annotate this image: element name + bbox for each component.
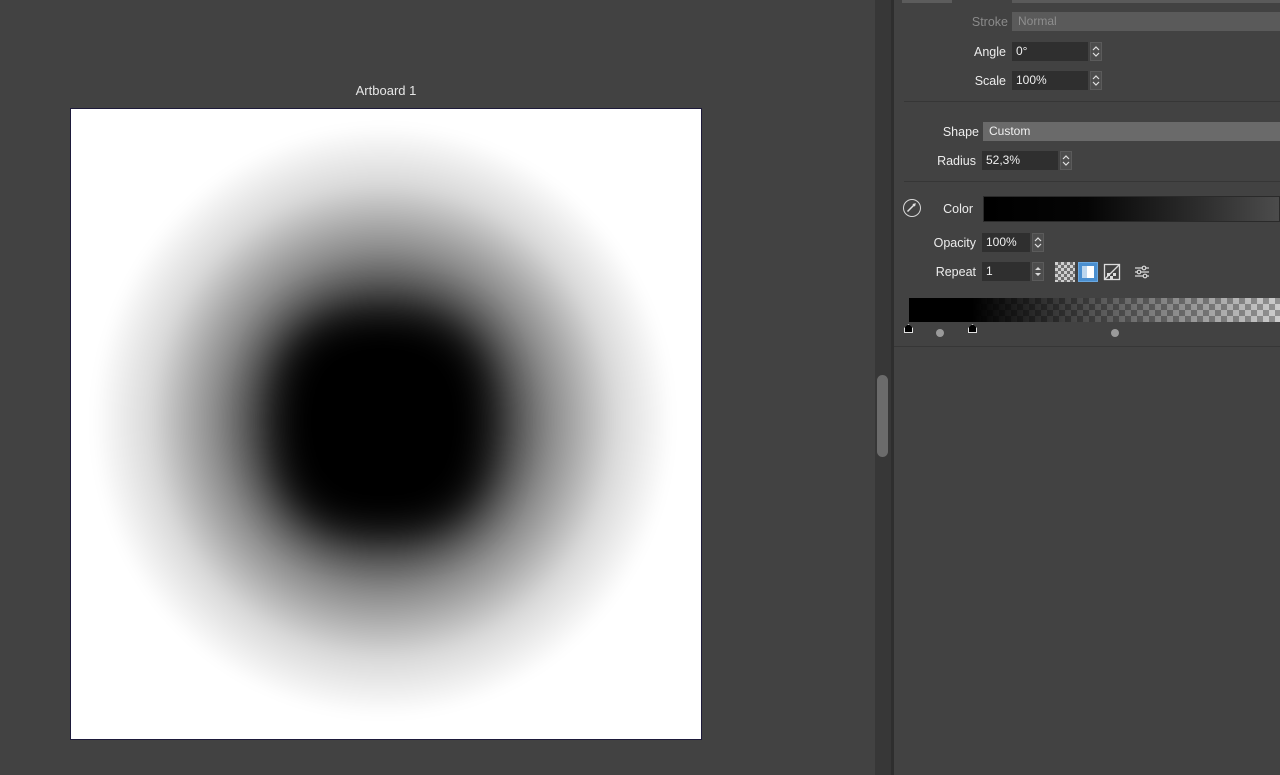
angle-row: Angle 0° (894, 42, 1102, 61)
scale-stepper[interactable] (1090, 71, 1102, 90)
color-row: Color (894, 202, 973, 216)
artboard-title: Artboard 1 (355, 83, 417, 98)
scale-field[interactable]: 100% (1012, 71, 1088, 90)
opacity-field[interactable]: 100% (982, 233, 1030, 252)
scale-row: Scale 100% (894, 71, 1102, 90)
panel-tab[interactable] (902, 0, 952, 3)
settings-sliders-icon[interactable] (1132, 262, 1152, 282)
shape-dropdown[interactable]: Custom (983, 122, 1280, 141)
panel-top-field[interactable] (1012, 0, 1280, 3)
divider (904, 181, 1280, 182)
canvas-area[interactable]: Artboard 1 (0, 0, 875, 775)
repeat-row: Repeat 1 (894, 262, 1044, 281)
gradient-midpoint[interactable] (936, 329, 944, 337)
repeat-mode-icon[interactable] (1078, 262, 1098, 282)
gradient-core (285, 323, 481, 525)
gradient-panel: Stroke Normal Angle 0° Scale 100% Shape … (894, 0, 1280, 775)
repeat-label: Repeat (935, 264, 976, 279)
repeat-stepper[interactable] (1032, 262, 1044, 281)
opacity-label: Opacity (933, 235, 976, 250)
stroke-row: Stroke Normal (894, 12, 1280, 31)
stepper-arrows-icon (1034, 237, 1042, 248)
opacity-row: Opacity 100% (894, 233, 1044, 252)
repeat-field[interactable]: 1 (982, 262, 1030, 281)
gradient-stop[interactable] (904, 324, 913, 333)
artboard[interactable] (70, 108, 702, 740)
angle-stepper[interactable] (1090, 42, 1102, 61)
transparency-mode-icon[interactable] (1055, 262, 1075, 282)
gradient-stop[interactable] (968, 324, 977, 333)
color-label: Color (943, 202, 973, 216)
stepper-arrows-icon (1092, 46, 1100, 57)
gradient-midpoint[interactable] (1111, 329, 1119, 337)
reflect-mode-icon[interactable] (1102, 262, 1122, 282)
divider (904, 101, 1280, 102)
radius-stepper[interactable] (1060, 151, 1072, 170)
radius-label: Radius (937, 153, 976, 168)
stroke-dropdown[interactable]: Normal (1012, 12, 1280, 31)
stepper-arrows-icon (1092, 75, 1100, 86)
scale-label: Scale (974, 73, 1006, 88)
angle-field[interactable]: 0° (1012, 42, 1088, 61)
shape-label: Shape (942, 124, 979, 139)
radius-field[interactable]: 52,3% (982, 151, 1058, 170)
stroke-label: Stroke (971, 14, 1008, 29)
shape-row: Shape Custom (894, 122, 1280, 141)
scrollbar-thumb[interactable] (877, 375, 888, 457)
color-swatch[interactable] (983, 196, 1280, 222)
radius-row: Radius 52,3% (894, 151, 1072, 170)
stepper-arrows-icon (1062, 155, 1070, 166)
divider (894, 346, 1280, 347)
opacity-stepper[interactable] (1032, 233, 1044, 252)
gradient-bar[interactable] (909, 298, 1280, 322)
stepper-triangles-icon (1035, 267, 1041, 276)
angle-label: Angle (974, 44, 1006, 59)
